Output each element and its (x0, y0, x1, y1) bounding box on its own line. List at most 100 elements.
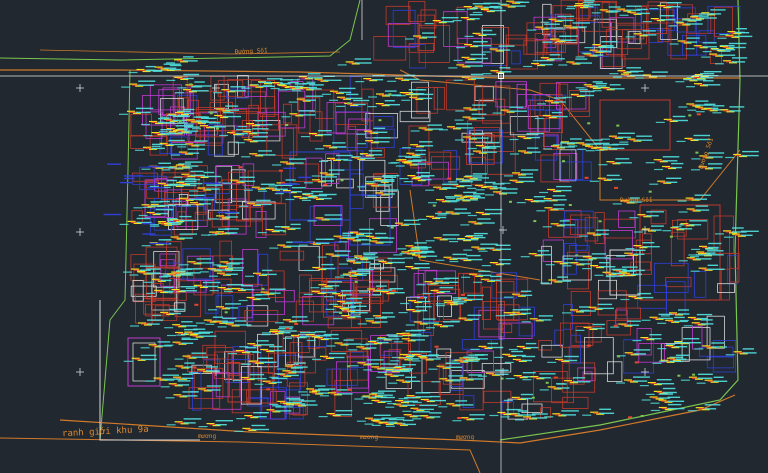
annotation-text-block (534, 117, 544, 120)
road-label-1: mương (198, 433, 217, 440)
parcel-number-mark (640, 415, 644, 417)
annotation-text-block (338, 87, 356, 90)
annotation-text-block (686, 41, 698, 43)
annotation-text-block (329, 303, 339, 305)
annotation-text-block (553, 208, 565, 210)
annotation-text-block (598, 50, 611, 52)
annotation-text-block (329, 99, 339, 101)
annotation-text-block (230, 86, 246, 88)
annotation-text-block (568, 145, 578, 147)
annotation-text-block (291, 320, 309, 322)
annotation-text-block (478, 274, 491, 277)
annotation-text-block (269, 349, 286, 352)
parcel (698, 30, 715, 43)
annotation-text-block (343, 339, 354, 341)
annotation-text-block (152, 314, 162, 316)
annotation-text-block (734, 31, 745, 34)
annotation-text-block (385, 370, 395, 372)
annotation-text-block (615, 158, 630, 160)
annotation-text-block (410, 335, 429, 337)
annotation-text-block (182, 373, 194, 375)
annotation-text-block (471, 117, 485, 119)
annotation-text-block (702, 42, 717, 44)
survey-marker (516, 196, 552, 204)
annotation-text-block (234, 430, 244, 432)
annotation-text-block (360, 157, 375, 160)
annotation-text-block (592, 54, 604, 56)
annotation-text-block (465, 65, 483, 67)
annotation-text-block (274, 322, 284, 324)
annotation-text-block (291, 187, 306, 189)
annotation-text-block (348, 349, 358, 351)
survey-marker (179, 258, 215, 266)
annotation-text-block (421, 351, 432, 353)
annotation-text-block (566, 8, 576, 10)
annotation-text-block (360, 396, 370, 398)
annotation-text-block (445, 200, 460, 202)
annotation-text-block (560, 39, 577, 41)
annotation-text-block (185, 287, 195, 289)
annotation-text-block (119, 113, 128, 115)
annotation-text-block (666, 6, 681, 8)
parcel (235, 91, 266, 114)
annotation-text-block (179, 233, 198, 235)
annotation-text-block (633, 349, 651, 351)
parcel-number-mark (390, 226, 394, 229)
annotation-text-block (327, 281, 342, 283)
cursor-pickbox (498, 73, 504, 79)
annotation-text-block (169, 312, 181, 315)
annotation-text-block (472, 108, 483, 110)
cad-model-space[interactable]: ranh giới khu 9a mương mương mương Đường… (0, 0, 768, 473)
annotation-text-block (381, 312, 394, 314)
annotation-text-block (669, 360, 683, 363)
annotation-text-block (617, 132, 635, 134)
annotation-text-block (291, 316, 308, 318)
annotation-text-block (702, 51, 712, 53)
annotation-text-block (336, 105, 346, 107)
annotation-text-block (301, 199, 311, 201)
annotation-text-block (510, 5, 526, 7)
annotation-text-block (662, 391, 677, 394)
survey-marker (239, 340, 275, 348)
annotation-text-block (160, 116, 170, 118)
annotation-text-block (269, 288, 286, 290)
annotation-text-block (651, 71, 668, 73)
annotation-text-block (602, 148, 617, 150)
survey-marker (167, 161, 203, 169)
survey-marker (682, 13, 717, 21)
annotation-text-block (487, 342, 499, 345)
annotation-text-block (335, 410, 353, 412)
annotation-text-block (384, 189, 399, 191)
dimension-text-block (148, 165, 162, 168)
annotation-text-block (559, 220, 570, 222)
annotation-text-block (521, 359, 532, 362)
annotation-text-block (209, 290, 219, 292)
annotation-text-block (280, 79, 293, 81)
annotation-text-block (560, 35, 579, 37)
survey-marker (616, 249, 646, 257)
dimension-text-block (142, 233, 156, 235)
annotation-text-block (334, 254, 349, 256)
annotation-text-block (138, 214, 148, 217)
annotation-text-block (384, 193, 396, 195)
survey-marker (725, 150, 759, 159)
annotation-text-block (321, 93, 331, 95)
annotation-text-block (181, 325, 198, 327)
annotation-text-block (181, 342, 194, 344)
annotation-text-block (525, 342, 537, 345)
annotation-text-block (696, 382, 706, 384)
survey-marker (166, 73, 200, 81)
parcel (346, 125, 357, 151)
annotation-text-block (579, 263, 591, 265)
survey-marker (498, 0, 530, 5)
cad-drawing-canvas[interactable] (0, 0, 768, 473)
annotation-text-block (123, 360, 133, 362)
annotation-text-block (585, 150, 595, 152)
annotation-text-block (694, 194, 711, 196)
annotation-text-block (549, 54, 561, 56)
annotation-text-block (184, 165, 199, 167)
annotation-text-block (520, 256, 530, 258)
annotation-text-block (657, 348, 667, 350)
annotation-text-block (473, 41, 488, 43)
annotation-text-block (525, 346, 539, 349)
